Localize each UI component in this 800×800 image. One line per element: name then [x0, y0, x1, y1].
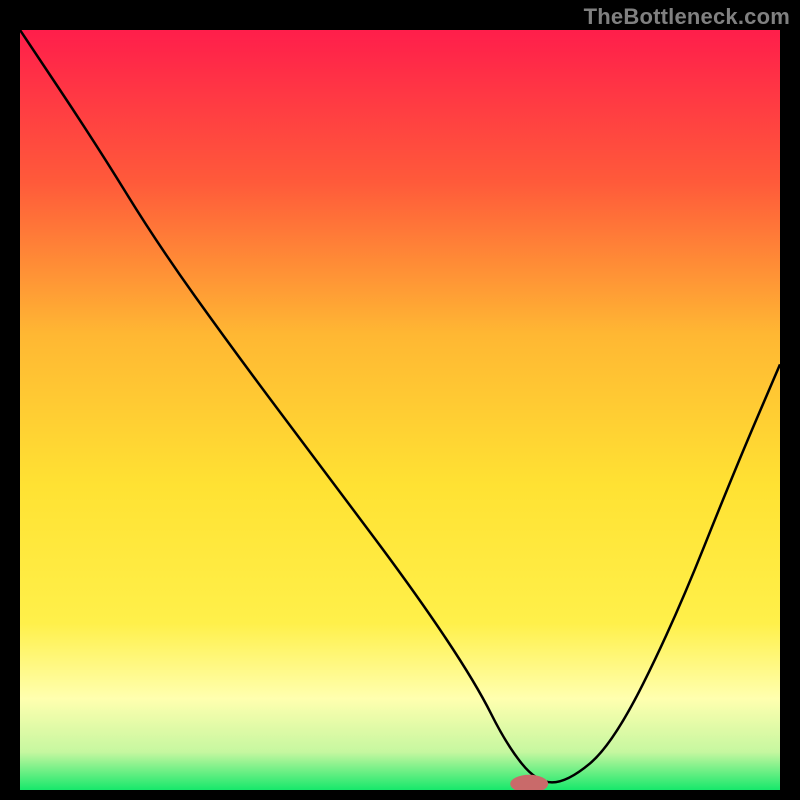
gradient-background [20, 30, 780, 790]
chart-svg [20, 30, 780, 790]
plot-area [20, 30, 780, 790]
chart-frame: TheBottleneck.com [0, 0, 800, 800]
watermark-text: TheBottleneck.com [584, 4, 790, 30]
